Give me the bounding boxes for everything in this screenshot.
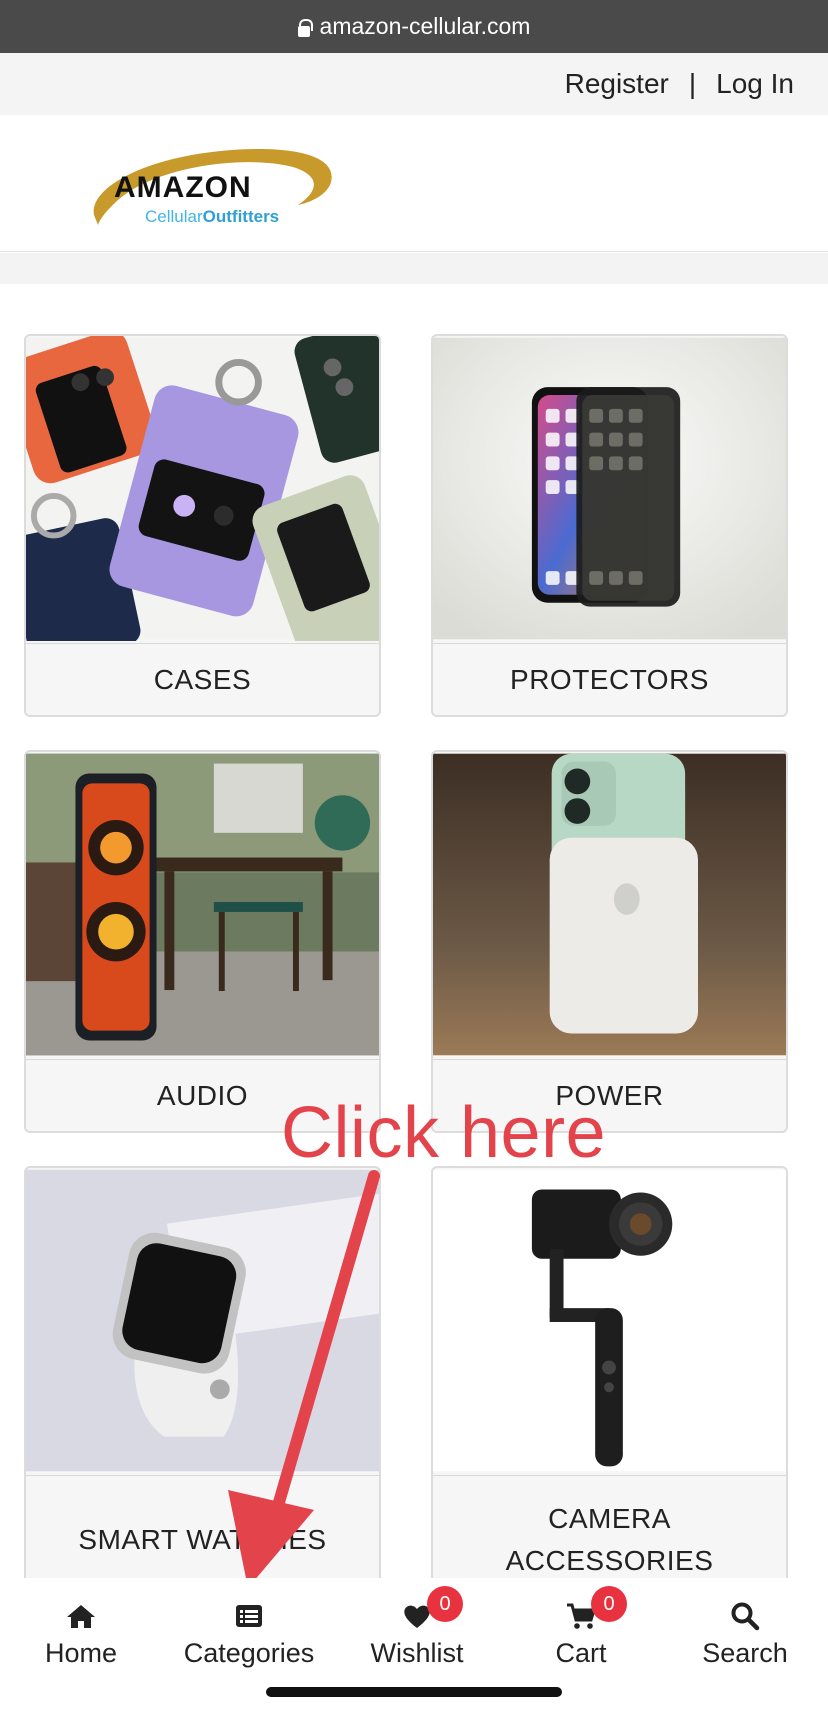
- logo-subtitle: CellularOutfitters: [145, 207, 280, 226]
- lock-icon: [297, 18, 313, 37]
- home-icon: [65, 1600, 97, 1632]
- category-card-power[interactable]: POWER: [431, 750, 788, 1133]
- search-icon: [729, 1600, 761, 1632]
- category-card-protectors[interactable]: PROTECTORS: [431, 334, 788, 717]
- site-logo[interactable]: AMAZON CellularOutfitters: [88, 145, 338, 241]
- category-card-smart-watches[interactable]: SMART WATCHES: [24, 1166, 381, 1606]
- wishlist-count-badge: 0: [427, 1586, 463, 1622]
- account-separator: |: [688, 68, 697, 99]
- cases-image: [26, 336, 379, 641]
- nav-search[interactable]: Search: [670, 1578, 820, 1712]
- category-label-protectors: PROTECTORS: [433, 643, 786, 715]
- category-card-camera-accessories[interactable]: CAMERA ACCESSORIES: [431, 1166, 788, 1606]
- gimbal-image: [433, 1169, 786, 1472]
- category-card-cases[interactable]: CASES: [24, 334, 381, 717]
- nav-home[interactable]: Home: [6, 1578, 156, 1712]
- audio-image: [26, 753, 379, 1056]
- login-link[interactable]: Log In: [716, 68, 794, 100]
- nav-cart-label: Cart: [555, 1638, 607, 1668]
- register-link[interactable]: Register: [565, 68, 669, 100]
- category-label-cases: CASES: [26, 643, 379, 715]
- browser-url-bar[interactable]: amazon-cellular.com: [0, 0, 828, 53]
- heart-icon: 0: [401, 1586, 463, 1632]
- protectors-image: [433, 337, 786, 640]
- site-header: AMAZON CellularOutfitters: [0, 115, 828, 252]
- header-divider-band: [0, 253, 828, 284]
- nav-wishlist-label: Wishlist: [370, 1638, 464, 1668]
- home-indicator[interactable]: [266, 1687, 562, 1697]
- nav-categories-label: Categories: [183, 1638, 315, 1668]
- nav-home-label: Home: [44, 1638, 118, 1668]
- category-card-audio[interactable]: AUDIO: [24, 750, 381, 1133]
- cart-icon: 0: [565, 1586, 627, 1632]
- account-bar: Register | Log In: [0, 53, 828, 115]
- cart-count-badge: 0: [591, 1586, 627, 1622]
- power-image: [433, 753, 786, 1056]
- list-icon: [233, 1600, 265, 1632]
- nav-search-label: Search: [702, 1638, 788, 1668]
- url-text: amazon-cellular.com: [319, 13, 531, 39]
- logo-brand: AMAZON: [114, 171, 252, 204]
- smartwatch-image: [26, 1169, 379, 1472]
- click-here-annotation: Click here: [281, 1093, 607, 1173]
